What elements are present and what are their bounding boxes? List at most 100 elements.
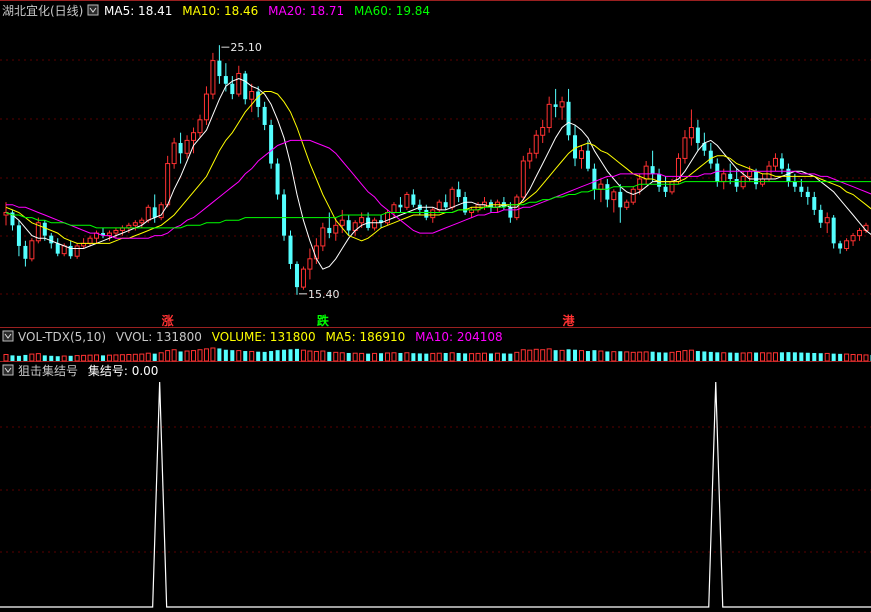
candle-body-up: [643, 165, 649, 180]
volume-bar-up: [94, 354, 100, 362]
volume-bar-down: [346, 352, 351, 361]
volume-bar-down: [663, 352, 668, 361]
volume-indicator-name: VOL-TDX(5,10): [18, 330, 106, 344]
vol-ma10-label: MA10: 204108: [415, 330, 503, 344]
candle-body-up: [520, 160, 526, 198]
volume-bar-down: [269, 351, 274, 361]
candle-body-up: [630, 188, 636, 203]
candle-body-down: [573, 135, 578, 159]
volume-bar-up: [494, 352, 500, 362]
candle-body-down: [346, 220, 351, 231]
volume-bar-up: [126, 354, 132, 362]
volume-bar-up: [611, 351, 617, 362]
candle-body-up: [747, 170, 753, 177]
volume-bar-down: [754, 352, 759, 361]
candle-body-down: [16, 225, 21, 246]
candle-body-down: [838, 243, 843, 249]
candle-body-up: [313, 245, 319, 260]
candle-body-down: [217, 60, 222, 77]
volume-bar-up: [520, 349, 526, 362]
volume-bar-up: [165, 350, 171, 362]
volume-bar-down: [799, 352, 804, 361]
candle-body-down: [275, 163, 280, 195]
candle-body-up: [436, 201, 442, 211]
signal-plot[interactable]: [0, 381, 871, 608]
volume-bar-down: [553, 350, 558, 361]
ma20-label: MA20: 18.71: [268, 4, 344, 18]
stock-chart-canvas[interactable]: 湖北宜化(日线) MA5: 18.41 MA10: 18.46 MA20: 18…: [0, 0, 871, 612]
volume-bar-up: [197, 349, 203, 362]
candle-body-down: [294, 263, 299, 288]
volume-bar-down: [585, 351, 590, 361]
volume-bar-up: [857, 354, 863, 362]
candle-body-up: [624, 201, 630, 208]
candle-body-down: [754, 171, 759, 185]
volume-bar-up: [145, 352, 151, 362]
volume-bar-down: [68, 355, 73, 361]
volume-bar-down: [230, 350, 235, 361]
volume-bar-down: [786, 352, 791, 361]
volume-bar-up: [300, 349, 306, 362]
volume-bar-down: [779, 352, 784, 361]
volume-bar-down: [243, 351, 248, 361]
signal-grid: [0, 426, 871, 553]
volume-bar-up: [546, 348, 552, 362]
candle-body-up: [430, 209, 436, 219]
volume-bar-down: [152, 353, 157, 361]
volume-bar-up: [313, 350, 319, 362]
volume-bar-up: [598, 350, 604, 362]
candle-body-up: [844, 240, 850, 250]
price-menu-icon[interactable]: [87, 4, 99, 16]
candle-body-up: [74, 245, 80, 257]
candle-body-down: [424, 209, 429, 218]
volume-menu-icon[interactable]: [2, 330, 14, 342]
volume-bar-up: [203, 348, 209, 362]
candle-body-down: [55, 243, 60, 254]
candle-body-up: [359, 217, 365, 224]
volume-bar-down: [411, 353, 416, 361]
volume-bar-down: [734, 352, 739, 361]
volume-bar-down: [805, 352, 810, 361]
candle-body-up: [165, 163, 171, 206]
ma-line-ma5: [5, 78, 871, 270]
volume-bar-up: [772, 352, 778, 362]
volume-bar-up: [320, 350, 326, 362]
volume-bar-up: [184, 350, 190, 362]
candle-body-down: [728, 173, 733, 180]
volume-bar-down: [10, 355, 15, 361]
volume-bar-up: [158, 352, 164, 362]
volume-bar-up: [740, 352, 746, 362]
volume-bar-up: [339, 352, 345, 362]
candle-body-up: [171, 142, 177, 165]
candle-body-down: [327, 227, 332, 234]
volume-bar-up: [760, 352, 766, 362]
volume-plot[interactable]: [3, 347, 871, 362]
candle-body-down: [553, 104, 558, 107]
volume-bar-up: [74, 355, 80, 362]
volume-bar-up: [475, 352, 481, 362]
volume-bar-down: [812, 352, 817, 361]
candle-body-up: [578, 150, 584, 159]
volume-bar-down: [508, 353, 513, 361]
volume-bar-up: [675, 350, 681, 362]
volume-bar-up: [113, 354, 119, 362]
volume-bar-up: [236, 350, 242, 362]
volume-bar-up: [436, 352, 442, 362]
vol-ma5-label: MA5: 186910: [325, 330, 405, 344]
volume-bar-down: [366, 353, 371, 361]
candle-body-down: [230, 83, 235, 95]
volume-bar-down: [23, 354, 28, 361]
signal-menu-icon[interactable]: [2, 364, 14, 376]
vvol-label: VVOL: 131800: [116, 330, 202, 344]
volume-bar-up: [81, 354, 87, 362]
candle-body-up: [449, 188, 455, 208]
volume-bar-down: [831, 353, 836, 361]
candle-body-up: [546, 103, 552, 129]
candle-body-down: [152, 207, 157, 218]
price-plot[interactable]: [3, 45, 871, 295]
volume-bar-down: [501, 353, 506, 361]
price-title: 湖北宜化(日线): [2, 3, 83, 18]
volume-bar-down: [573, 349, 578, 361]
candle-body-down: [566, 101, 571, 136]
volume-bar-up: [249, 350, 255, 362]
